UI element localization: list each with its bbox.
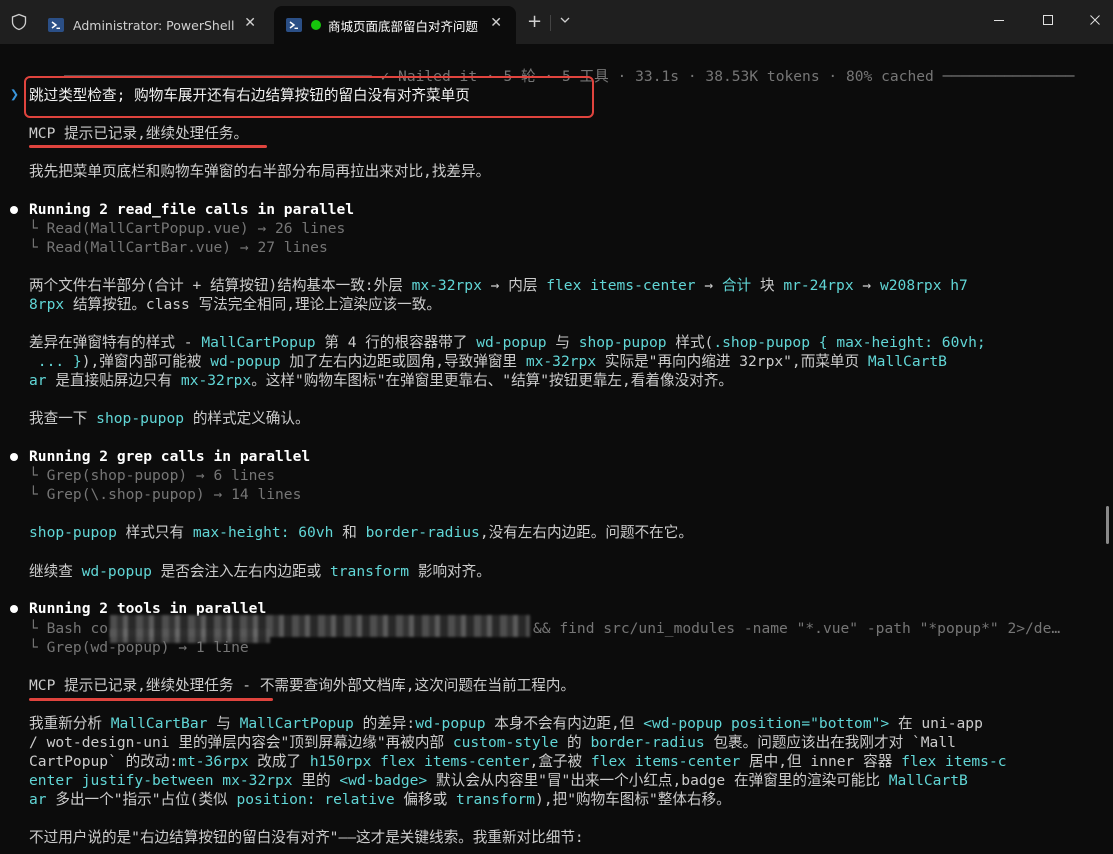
- bullet-icon: [10, 453, 18, 461]
- tool-run-title: Running 2 grep calls in parallel: [29, 448, 311, 465]
- mcp-message: MCP 提示已记录,继续处理任务 - 不需要查询外部文档库,这次问题在当前工程内…: [29, 677, 576, 694]
- paragraph-line: ar 多出一个"指示"占位(类似 position: relative 偏移或 …: [29, 791, 731, 808]
- paragraph-line: 我查一下 shop-pupop 的样式定义确认。: [29, 410, 310, 427]
- close-window-icon[interactable]: [1087, 12, 1103, 28]
- divider: [550, 15, 551, 31]
- paragraph-line: / wot-design-uni 里的弹层内容会"顶到屏幕边缘"再被内部 cus…: [29, 734, 956, 751]
- powershell-icon: [48, 18, 64, 32]
- status-dashes: ───────────────: [933, 68, 1075, 85]
- chevron-down-icon[interactable]: [558, 13, 572, 27]
- tool-run-item: └ Grep(shop-pupop) → 6 lines: [29, 467, 276, 484]
- tool-run-item: && find src/uni_modules -name "*.vue" -p…: [533, 620, 1061, 637]
- tab-active-session[interactable]: 商城页面底部留白对齐问题 ✕: [274, 6, 516, 44]
- tab-powershell[interactable]: Administrator: PowerShell ✕: [36, 6, 270, 44]
- tool-run-item: └ Grep(wd-popup) → 1 line: [29, 639, 249, 656]
- activity-dot-icon: [311, 20, 321, 30]
- close-tab-icon[interactable]: ✕: [244, 15, 256, 31]
- tool-run-item: └ Bash co: [29, 620, 109, 637]
- mcp-message: MCP 提示已记录,继续处理任务。: [29, 125, 249, 142]
- terminal-output[interactable]: ─────────────────────────────────── ✓ Na…: [0, 44, 1109, 854]
- red-underline: [29, 698, 273, 701]
- powershell-icon: [286, 18, 302, 32]
- scrollbar-thumb[interactable]: [1106, 506, 1109, 544]
- paragraph-line: 我重新分析 MallCartBar 与 MallCartPopup 的差异:wd…: [29, 715, 983, 732]
- paragraph-line: 差异在弹窗特有的样式 - MallCartPopup 第 4 行的根容器带了 w…: [29, 334, 986, 351]
- paragraph: 我先把菜单页底栏和购物车弹窗的右半部分布局再拉出来对比,找差异。: [29, 163, 491, 180]
- paragraph-line: 继续查 wd-popup 是否会注入左右内边距或 transform 影响对齐。: [29, 563, 491, 580]
- tab-label: 商城页面底部留白对齐问题: [328, 18, 479, 34]
- maximize-icon[interactable]: [1040, 12, 1056, 28]
- paragraph: 不过用户说的是"右边结算按钮的留白没有对齐"——这才是关键线索。我重新对比细节:: [29, 829, 584, 846]
- shield-icon[interactable]: [10, 13, 28, 31]
- prompt-icon: ❯: [10, 85, 20, 103]
- tool-run-title: Running 2 read_file calls in parallel: [29, 201, 355, 218]
- paragraph-line: enter justify-between mx-32rpx 里的 <wd-ba…: [29, 772, 968, 789]
- paragraph-line: 8rpx 结算按钮。class 写法完全相同,理论上渲染应该一致。: [29, 296, 441, 313]
- tool-run-item: └ Read(MallCartPopup.vue) → 26 lines: [29, 220, 346, 237]
- bullet-icon: [10, 206, 18, 214]
- title-bar: Administrator: PowerShell ✕ 商城页面底部留白对齐问题…: [0, 0, 1113, 44]
- tool-run-item: └ Read(MallCartBar.vue) → 27 lines: [29, 239, 328, 256]
- paragraph-line: 两个文件右半部分(合计 + 结算按钮)结构基本一致:外层 mx-32rpx → …: [29, 277, 968, 294]
- red-underline: [29, 145, 267, 148]
- tool-run-item: └ Grep(\.shop-pupop) → 14 lines: [29, 486, 302, 503]
- minimize-icon[interactable]: [991, 12, 1007, 28]
- close-tab-icon[interactable]: ✕: [490, 15, 502, 31]
- paragraph-line: shop-pupop 样式只有 max-height: 60vh 和 borde…: [29, 524, 693, 541]
- new-tab-button[interactable]: +: [527, 11, 542, 32]
- paragraph-line: ar 是直接贴屏边只有 mx-32rpx。这样"购物车图标"在弹窗里更靠右、"结…: [29, 372, 733, 389]
- tab-label: Administrator: PowerShell: [73, 17, 235, 33]
- highlight-box: [24, 76, 594, 118]
- bullet-icon: [10, 605, 18, 613]
- paragraph-line: CartPopup` 的改动:mt-36rpx 改成了 h150rpx flex…: [29, 753, 1007, 770]
- paragraph-line: ... }),弹窗内部可能被 wd-popup 加了左右内边距或圆角,导致弹窗里…: [29, 353, 947, 370]
